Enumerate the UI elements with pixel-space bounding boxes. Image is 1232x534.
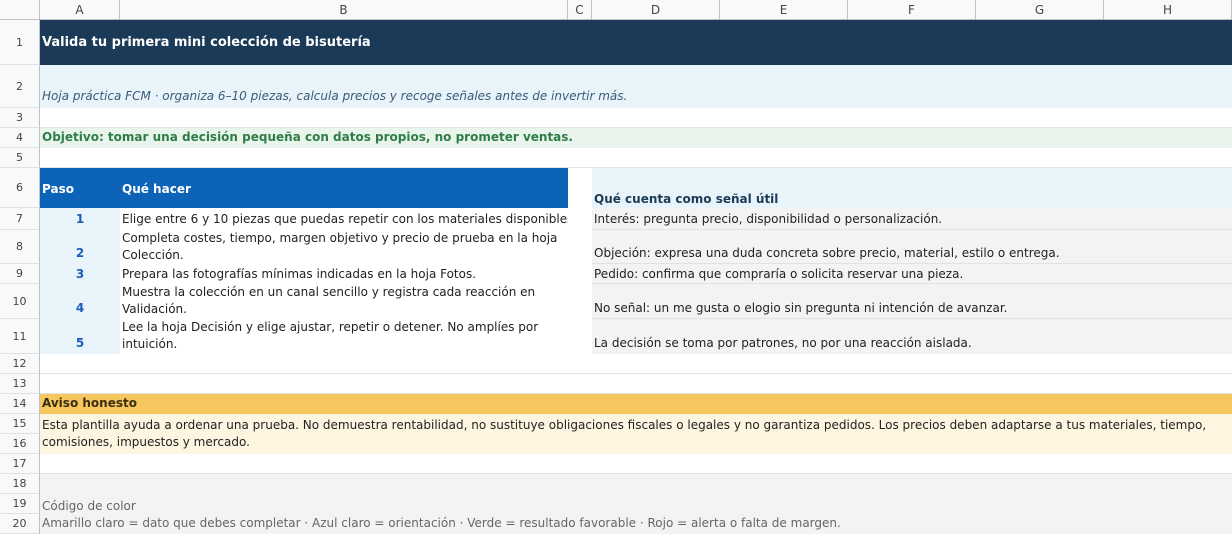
step-number[interactable]: 5 — [40, 319, 120, 354]
row-header-1[interactable]: 1 — [0, 20, 40, 65]
color-code-band[interactable]: Código de color Amarillo claro = dato qu… — [40, 474, 1232, 534]
spreadsheet: A B C D E F G H 1 2 3 4 5 6 7 8 9 10 11 … — [0, 0, 1232, 534]
what-header-cell[interactable]: Qué hacer — [120, 168, 568, 208]
step-text[interactable]: Muestra la colección en un canal sencill… — [122, 284, 562, 319]
select-all-corner[interactable] — [0, 0, 40, 20]
notice-text: Esta plantilla ayuda a ordenar una prueb… — [42, 418, 1207, 449]
step-text[interactable]: Lee la hoja Decisión y elige ajustar, re… — [122, 319, 562, 354]
row-header-15[interactable]: 15 — [0, 414, 40, 434]
row-header-16[interactable]: 16 — [0, 434, 40, 454]
step-text[interactable]: Prepara las fotografías mínimas indicada… — [122, 264, 568, 284]
row-header-14[interactable]: 14 — [0, 394, 40, 414]
column-header-g[interactable]: G — [976, 0, 1104, 20]
row-header-8[interactable]: 8 — [0, 230, 40, 264]
row-header-18[interactable]: 18 — [0, 474, 40, 494]
notice-header: Aviso honesto — [42, 396, 137, 410]
step-number[interactable]: 3 — [40, 264, 120, 284]
row-header-4[interactable]: 4 — [0, 128, 40, 148]
signal-header-label: Qué cuenta como señal útil — [594, 192, 779, 206]
row-header-20[interactable]: 20 — [0, 514, 40, 534]
row-header-6[interactable]: 6 — [0, 168, 40, 208]
row-header-19[interactable]: 19 — [0, 494, 40, 514]
step-text[interactable]: Elige entre 6 y 10 piezas que puedas rep… — [122, 208, 568, 230]
color-code-title: Código de color — [42, 499, 136, 513]
step-header-cell[interactable]: Paso — [40, 168, 120, 208]
row-header-2[interactable]: 2 — [0, 65, 40, 108]
column-header-e[interactable]: E — [720, 0, 848, 20]
signal-header-cell[interactable]: Qué cuenta como señal útil — [592, 168, 1232, 208]
column-header-f[interactable]: F — [848, 0, 976, 20]
column-header-h[interactable]: H — [1104, 0, 1232, 20]
notice-band[interactable]: Esta plantilla ayuda a ordenar una prueb… — [40, 414, 1232, 454]
step-header-label: Paso — [42, 182, 74, 196]
objective-text: Objetivo: tomar una decisión pequeña con… — [42, 130, 573, 144]
signal-item[interactable]: Objeción: expresa una duda concreta sobr… — [594, 246, 1060, 264]
row-header-11[interactable]: 11 — [0, 319, 40, 354]
signal-item[interactable]: Pedido: confirma que compraría o solicit… — [594, 264, 963, 284]
column-header-b[interactable]: B — [120, 0, 568, 20]
what-header-label: Qué hacer — [122, 182, 191, 196]
row-header-7[interactable]: 7 — [0, 208, 40, 230]
column-header-a[interactable]: A — [40, 0, 120, 20]
step-number[interactable]: 1 — [40, 208, 120, 230]
row-header-5[interactable]: 5 — [0, 148, 40, 168]
objective-band[interactable]: Objetivo: tomar una decisión pequeña con… — [40, 128, 1232, 148]
step-number[interactable]: 2 — [40, 230, 120, 264]
row-header-12[interactable]: 12 — [0, 354, 40, 374]
subtitle-band[interactable]: Hoja práctica FCM · organiza 6–10 piezas… — [40, 65, 1232, 108]
step-text[interactable]: Completa costes, tiempo, margen objetivo… — [122, 230, 562, 264]
column-header-d[interactable]: D — [592, 0, 720, 20]
step-number[interactable]: 4 — [40, 284, 120, 319]
signal-item[interactable]: No señal: un me gusta o elogio sin pregu… — [594, 301, 1007, 319]
notice-header-band[interactable]: Aviso honesto — [40, 394, 1232, 414]
color-code-text: Amarillo claro = dato que debes completa… — [42, 516, 841, 530]
signal-item[interactable]: Interés: pregunta precio, disponibilidad… — [594, 208, 942, 230]
column-header-c[interactable]: C — [568, 0, 592, 20]
row-header-9[interactable]: 9 — [0, 264, 40, 284]
row-header-3[interactable]: 3 — [0, 108, 40, 128]
signal-item[interactable]: La decisión se toma por patrones, no por… — [594, 336, 972, 354]
sheet-subtitle: Hoja práctica FCM · organiza 6–10 piezas… — [42, 89, 628, 103]
row-header-13[interactable]: 13 — [0, 374, 40, 394]
sheet-title: Valida tu primera mini colección de bisu… — [42, 35, 371, 50]
row-header-17[interactable]: 17 — [0, 454, 40, 474]
grid-line — [40, 373, 1232, 374]
row-header-10[interactable]: 10 — [0, 284, 40, 319]
title-band[interactable]: Valida tu primera mini colección de bisu… — [40, 20, 1232, 65]
